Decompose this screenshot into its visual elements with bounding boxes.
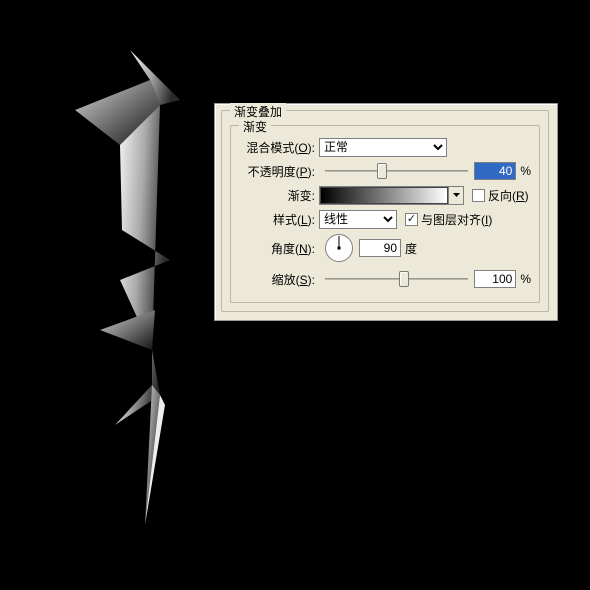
scale-slider-thumb[interactable] <box>399 271 409 287</box>
blend-mode-select[interactable]: 正常 <box>319 138 447 157</box>
angle-unit: 度 <box>405 240 417 257</box>
gradient-overlay-panel: 渐变叠加 渐变 混合模式(O): 正常 不透明度(P): <box>214 103 558 321</box>
angle-dial[interactable] <box>325 234 353 262</box>
style-select[interactable]: 线性 <box>319 210 397 229</box>
gradient-dropdown-button[interactable] <box>448 187 463 204</box>
opacity-slider[interactable] <box>325 162 468 180</box>
fieldset-outer: 渐变叠加 渐变 混合模式(O): 正常 不透明度(P): <box>221 110 549 312</box>
scale-unit: % <box>520 272 531 286</box>
reverse-checkbox[interactable] <box>472 189 485 202</box>
align-checkbox[interactable] <box>405 213 418 226</box>
align-label[interactable]: 与图层对齐(I) <box>421 211 492 228</box>
opacity-label: 不透明度(P): <box>239 163 319 180</box>
blend-mode-label: 混合模式(O): <box>239 139 319 156</box>
opacity-slider-thumb[interactable] <box>377 163 387 179</box>
gradient-preview[interactable] <box>320 187 448 204</box>
gradient-label: 渐变: <box>239 187 319 204</box>
angle-label: 角度(N): <box>239 240 319 257</box>
scale-label: 缩放(S): <box>239 271 319 288</box>
gradient-picker[interactable] <box>319 186 464 205</box>
canvas-artwork <box>60 50 210 530</box>
opacity-value[interactable]: 40 <box>474 162 516 180</box>
angle-value[interactable]: 90 <box>359 239 401 257</box>
fieldset-inner: 渐变 混合模式(O): 正常 不透明度(P): 40 <box>230 125 540 303</box>
scale-value[interactable]: 100 <box>474 270 516 288</box>
style-label: 样式(L): <box>239 211 319 228</box>
opacity-unit: % <box>520 164 531 178</box>
scale-slider[interactable] <box>325 270 468 288</box>
reverse-label[interactable]: 反向(R) <box>488 187 529 204</box>
inner-title: 渐变 <box>239 118 271 135</box>
